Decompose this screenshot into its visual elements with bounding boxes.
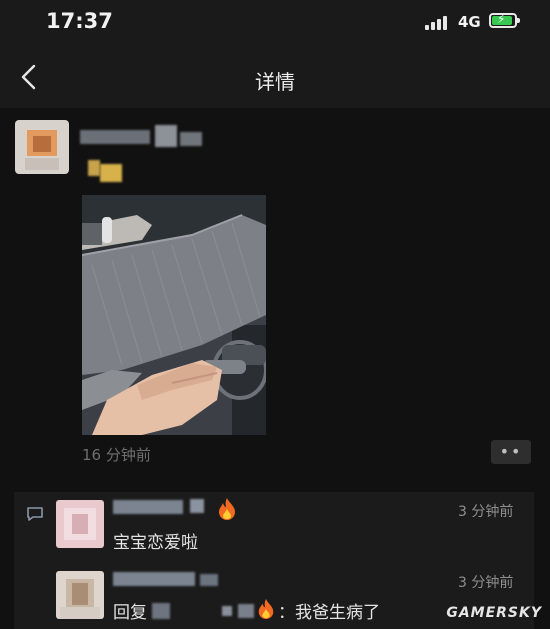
commenter-name-redacted <box>190 499 204 513</box>
battery-charging-icon: ⚡ <box>489 12 520 28</box>
comment-reply-label: 回复 <box>113 603 147 623</box>
comment-timestamp: 3 分钟前 <box>458 504 514 520</box>
reply-target-redacted[interactable] <box>152 603 170 619</box>
more-icon: •• <box>499 442 523 461</box>
author-avatar[interactable] <box>15 120 69 174</box>
commenter-avatar[interactable] <box>56 500 104 548</box>
author-name-redacted[interactable] <box>80 130 150 144</box>
comment-text: ：我爸生病了 <box>278 603 380 623</box>
post-photo[interactable] <box>82 195 266 435</box>
post-text-redacted <box>88 160 100 176</box>
status-bar: 17:37 4G ⚡ <box>0 0 550 48</box>
author-name-redacted <box>180 132 202 146</box>
watermark: GAMERSKY <box>446 605 542 621</box>
reply-target-redacted <box>222 606 232 616</box>
nav-bar: 详情 <box>0 48 550 108</box>
comment-timestamp: 3 分钟前 <box>458 575 514 591</box>
author-name-redacted <box>155 125 177 147</box>
more-button[interactable]: •• <box>491 440 531 464</box>
commenter-avatar[interactable] <box>56 571 104 619</box>
page-title: 详情 <box>255 70 295 94</box>
commenter-name-redacted[interactable] <box>113 572 195 586</box>
network-type: 4G <box>458 13 481 31</box>
status-time: 17:37 <box>46 9 113 33</box>
comment-icon <box>27 507 43 521</box>
comment-text: 宝宝恋爱啦 <box>113 533 198 553</box>
reply-target-redacted <box>238 604 254 618</box>
signal-icon <box>425 14 451 30</box>
commenter-name-redacted <box>200 574 218 586</box>
fire-emoji-icon <box>219 498 235 520</box>
fire-emoji-icon <box>258 599 274 619</box>
post-timestamp: 16 分钟前 <box>82 446 151 464</box>
post-text-redacted <box>100 164 122 182</box>
commenter-name-redacted[interactable] <box>113 500 183 514</box>
